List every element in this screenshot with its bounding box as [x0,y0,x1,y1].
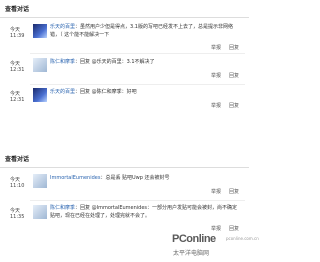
user-name-link[interactable]: 陈仁和摩季 [50,205,75,211]
message-text: ：虽然用户少但是得点，3.1版的写吧已经发不上去了，总是提示非网络错，（ 这个能… [50,24,233,38]
divider [0,167,249,168]
divider [30,200,245,201]
entry-time: 12:31 [10,67,25,73]
message-text: ：回复 @ImmortalEumenides：一部分用户发贴可能会被封，尚不确定… [50,205,238,219]
avatar[interactable] [33,58,47,72]
reply-link[interactable]: 回复 [229,45,239,51]
reply-link[interactable]: 回复 [229,73,239,79]
user-name-link[interactable]: ImmortalEumenides [50,175,100,181]
divider [30,84,245,85]
watermark-url: pconline.com.cn [226,236,259,241]
entry-date: 今天 [10,208,21,214]
report-link[interactable]: 举报 [211,45,221,51]
entry-date: 今天 [10,27,21,33]
avatar[interactable] [33,24,47,38]
entry-time: 11:39 [10,33,25,39]
report-link[interactable]: 举报 [211,226,221,232]
panel-title: 查看对话 [5,156,30,163]
message-text: ：总是丢 贴吧Uwp 还会被封号 [100,175,170,181]
message-text: ：回复 @乐天的百里：3.1不解决了 [75,59,155,65]
divider [30,53,245,54]
entry-date: 今天 [10,61,21,67]
reply-link[interactable]: 回复 [229,226,239,232]
user-name-link[interactable]: 乐天的百里 [50,89,75,95]
conversation-panel-1: 查看对话 今天 11:39 乐天的百里：虽然用户少但是得点，3.1版的写吧已经发… [0,0,249,118]
entry-time: 11:10 [10,183,25,189]
reply-link[interactable]: 回复 [229,103,239,109]
entry-time: 11:35 [10,214,25,220]
message-text: ：回复 @陈仁和摩季：好吧 [75,89,137,95]
avatar[interactable] [33,88,47,102]
watermark-subtitle: 太平洋电脑网 [173,250,210,257]
divider [0,17,249,18]
user-name-link[interactable]: 陈仁和摩季 [50,59,75,65]
avatar[interactable] [33,205,47,219]
entry-date: 今天 [10,177,21,183]
reply-link[interactable]: 回复 [229,189,239,195]
report-link[interactable]: 举报 [211,73,221,79]
avatar[interactable] [33,174,47,188]
entry-date: 今天 [10,91,21,97]
entry-time: 12:31 [10,97,25,103]
watermark-brand: PConline [172,233,216,245]
user-name-link[interactable]: 乐天的百里 [50,24,75,30]
report-link[interactable]: 举报 [211,189,221,195]
panel-title: 查看对话 [5,6,30,13]
report-link[interactable]: 举报 [211,103,221,109]
pconline-watermark: PConline pconline.com.cn 太平洋电脑网 [172,233,259,261]
